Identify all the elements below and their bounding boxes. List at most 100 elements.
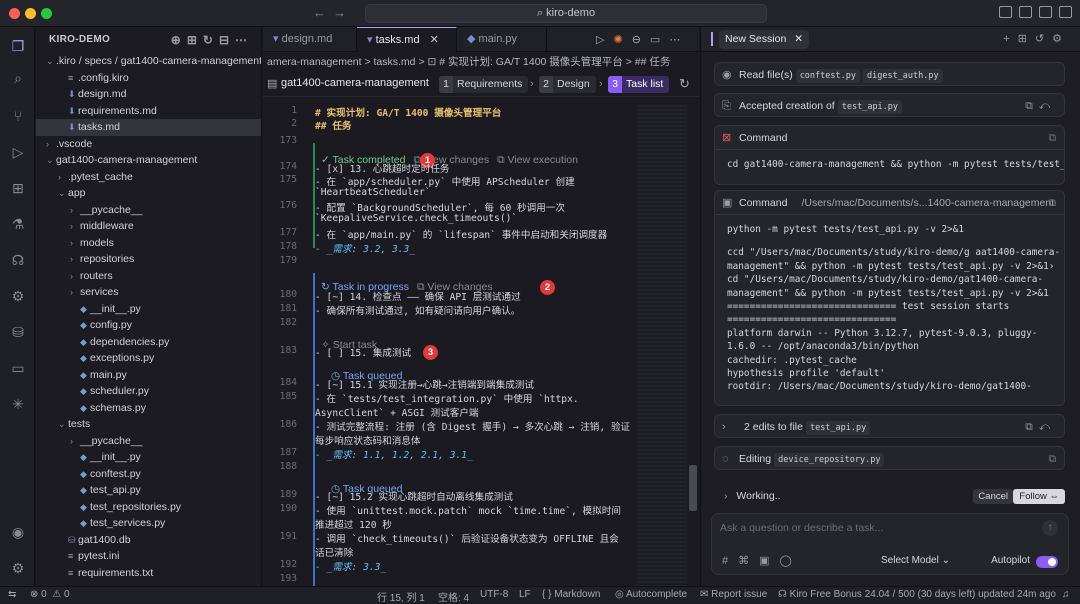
zoom-window-button[interactable] <box>41 8 52 19</box>
tree-item[interactable]: ⬇ tasks.md <box>36 119 261 136</box>
end-of-line[interactable]: LF <box>519 589 531 600</box>
history-icon[interactable]: ↺ <box>1035 33 1052 45</box>
copy-icon[interactable]: ⧉ <box>1025 421 1039 433</box>
tree-item[interactable]: ≡ pytest.ini <box>36 548 261 565</box>
file-encoding[interactable]: UTF-8 <box>480 589 508 600</box>
spark-icon[interactable]: ✺ <box>613 34 631 46</box>
sparkle-icon[interactable]: ✳ <box>9 395 27 413</box>
tree-item[interactable]: › routers <box>36 268 261 285</box>
toggle-chat-icon[interactable] <box>1059 6 1072 18</box>
layout-icon[interactable]: ▭ <box>650 34 669 46</box>
editor-scrollbar[interactable] <box>689 465 697 511</box>
close-tab-icon[interactable]: ✕ <box>430 34 439 46</box>
chat-settings-icon[interactable]: ⚙ <box>1052 33 1070 45</box>
run-icon[interactable]: ▷ <box>596 34 613 46</box>
bonus-status[interactable]: ☊ Kiro Free Bonus 24.04 / 500 (30 days l… <box>778 589 1056 600</box>
more-icon[interactable]: ⋯ <box>235 33 253 47</box>
file-chip[interactable]: device_repository.py <box>774 453 885 467</box>
step-task-list[interactable]: 3 Task list <box>608 76 670 93</box>
settings-gear-icon[interactable]: ⚙ <box>9 559 27 577</box>
chat-input[interactable]: Ask a question or describe a task... <box>720 522 883 534</box>
kiro-ghost-icon[interactable]: ☊ <box>9 251 27 269</box>
tree-item[interactable]: ◆ main.py <box>36 367 261 384</box>
command-search-box[interactable]: ⌕ kiro-demo <box>365 4 767 23</box>
language-mode[interactable]: { } Markdown <box>542 589 600 600</box>
step-requirements[interactable]: 1 Requirements <box>439 76 529 93</box>
toggle-sidebar-icon[interactable] <box>1019 6 1032 18</box>
command-card-1[interactable]: ⊠ Command ⧉ cd gat1400-camera-management &… <box>714 125 1065 185</box>
copy-icon[interactable]: ⧉ <box>1049 191 1057 214</box>
extensions-icon[interactable]: ⊞ <box>9 179 27 197</box>
source-control-icon[interactable]: ⑂ <box>9 107 27 125</box>
toggle-panel-icon[interactable] <box>1039 6 1052 18</box>
notifications-bell-icon[interactable]: ♫ <box>1062 589 1070 600</box>
more-actions-icon[interactable]: ⋯ <box>669 34 689 46</box>
send-icon[interactable]: ↑ <box>1042 520 1058 536</box>
minimap[interactable] <box>637 105 687 586</box>
file-chip[interactable]: test_api.py <box>805 421 871 435</box>
tree-item[interactable]: ◆ test_repositories.py <box>36 499 261 516</box>
split-icon[interactable]: ⊖ <box>632 34 650 46</box>
new-file-icon[interactable]: ⊕ <box>171 33 187 47</box>
tab-main-py[interactable]: ◆ main.py <box>457 27 547 52</box>
database-icon[interactable]: ⛁ <box>9 323 27 341</box>
new-session-icon[interactable]: + <box>1003 33 1017 45</box>
tree-item[interactable]: ⌄ tests <box>36 416 261 433</box>
tree-item[interactable]: ◆ __init__.py <box>36 301 261 318</box>
tree-item[interactable]: ◆ scheduler.py <box>36 383 261 400</box>
search-icon[interactable]: ⌕ <box>9 69 27 87</box>
hash-icon[interactable]: # <box>722 555 738 567</box>
problems-indicator[interactable]: ⊗ 0 ⚠ 0 <box>30 589 70 600</box>
tree-item[interactable]: ⬇ requirements.md <box>36 103 261 120</box>
tree-item[interactable]: › .pytest_cache <box>36 169 261 186</box>
tree-item[interactable]: › __pycache__ <box>36 433 261 450</box>
autocomplete-status[interactable]: ◎ Autocomplete <box>615 589 687 600</box>
close-window-button[interactable] <box>9 8 20 19</box>
tree-item[interactable]: ◆ schemas.py <box>36 400 261 417</box>
autopilot-toggle[interactable] <box>1036 556 1058 568</box>
copy-icon[interactable]: ⧉ <box>1049 447 1057 471</box>
tree-item[interactable]: ⌄ gat1400-camera-management <box>36 152 261 169</box>
tree-item[interactable]: ◆ config.py <box>36 317 261 334</box>
remote-icon[interactable]: ⚙ <box>9 287 27 305</box>
layout-icon[interactable]: ⊞ <box>1018 33 1035 45</box>
cursor-position[interactable]: 行 15, 列 1 <box>377 589 425 604</box>
run-debug-icon[interactable]: ▷ <box>9 143 27 161</box>
file-chip[interactable]: digest_auth.py <box>862 69 943 83</box>
editing-card[interactable]: ◌ Editing device_repository.py ⧉ <box>714 446 1065 470</box>
new-folder-icon[interactable]: ⊞ <box>187 33 203 47</box>
tree-item[interactable]: › services <box>36 284 261 301</box>
tree-item[interactable]: › __pycache__ <box>36 202 261 219</box>
refresh-icon[interactable]: ↻ <box>203 33 219 47</box>
collapse-icon[interactable]: ⊟ <box>219 33 235 47</box>
file-chip[interactable]: test_api.py <box>837 100 903 114</box>
back-arrow-icon[interactable]: ← <box>313 5 326 20</box>
tab-tasks-md[interactable]: ▾ tasks.md ✕ <box>357 27 457 52</box>
folder-icon[interactable]: ▭ <box>9 359 27 377</box>
copy-icon[interactable]: ⧉ <box>1049 126 1057 149</box>
edits-card[interactable]: › 2 edits to file test_api.py ⧉↶ <box>714 414 1065 438</box>
circle-icon[interactable]: ◯ <box>780 555 802 567</box>
tree-item[interactable]: ◆ conftest.py <box>36 466 261 483</box>
accepted-creation-card[interactable]: ⎘ Accepted creation of test_api.py ⧉↶ <box>714 93 1065 117</box>
command-card-2[interactable]: ▣ Command/Users/mac/Documents/s...1400-ca… <box>714 190 1065 406</box>
tree-item[interactable]: › repositories <box>36 251 261 268</box>
code-view[interactable]: ✓ Task completed ⧉ View changes ⧉ View exe… <box>263 105 633 586</box>
tree-item[interactable]: ⌄ .kiro / specs / gat1400-camera-manageme… <box>36 53 261 70</box>
tree-item[interactable]: ⛁ gat1400.db <box>36 532 261 549</box>
refresh-spec-icon[interactable]: ↻ <box>679 76 690 92</box>
chat-input-box[interactable]: Ask a question or describe a task... ↑ #… <box>711 513 1069 575</box>
account-icon[interactable]: ◉ <box>9 523 27 541</box>
tree-item[interactable]: ≡ .config.kiro <box>36 70 261 87</box>
file-chip[interactable]: conftest.py <box>795 69 860 83</box>
layout-icon[interactable] <box>999 6 1012 18</box>
tree-item[interactable]: ⌄ app <box>36 185 261 202</box>
tree-item[interactable]: ◆ exceptions.py <box>36 350 261 367</box>
explorer-icon[interactable]: ❐ <box>9 37 27 55</box>
tree-item[interactable]: ≡ requirements.txt <box>36 565 261 582</box>
undo-icon[interactable]: ↶ <box>1039 100 1056 112</box>
minimize-window-button[interactable] <box>25 8 36 19</box>
undo-icon[interactable]: ↶ <box>1039 421 1056 433</box>
tab-design-md[interactable]: ▾ design.md <box>263 27 357 52</box>
indent-spaces[interactable]: 空格: 4 <box>438 589 469 604</box>
